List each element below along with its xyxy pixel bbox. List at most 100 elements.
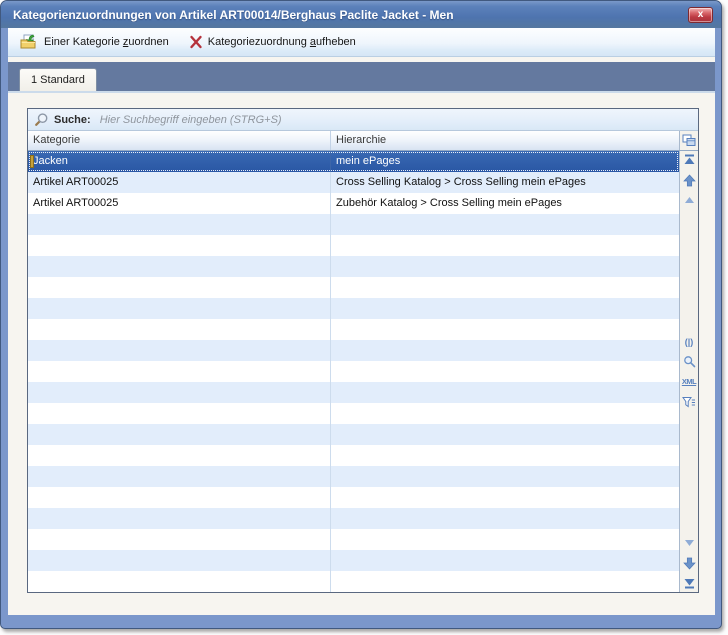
table-row[interactable] xyxy=(28,508,679,529)
assign-category-label: Einer Kategorie zuordnen xyxy=(44,36,169,48)
search-input[interactable] xyxy=(96,111,694,129)
kategorie-cell xyxy=(28,550,331,571)
column-header-kategorie[interactable]: Kategorie xyxy=(28,131,331,150)
table-row[interactable] xyxy=(28,550,679,571)
kategorie-cell xyxy=(28,235,331,256)
scroll-to-bottom-button[interactable] xyxy=(682,576,697,590)
close-button[interactable]: x xyxy=(688,7,713,23)
rail-top-group xyxy=(682,153,697,207)
hierarchie-cell: Zubehör Katalog > Cross Selling mein ePa… xyxy=(331,193,679,214)
column-header-hierarchie[interactable]: Hierarchie xyxy=(331,131,679,150)
kategorie-cell xyxy=(28,382,331,403)
titlebar[interactable]: Kategorienzuordnungen von Artikel ART000… xyxy=(1,1,721,28)
table-body: Jacken mein ePages Artikel ART00025 Cros… xyxy=(28,151,679,592)
kategorie-cell xyxy=(28,277,331,298)
page-up-icon xyxy=(684,196,695,204)
scroll-to-top-button[interactable] xyxy=(682,153,697,167)
assign-category-button[interactable]: Einer Kategorie zuordnen xyxy=(17,32,172,52)
table-row[interactable] xyxy=(28,235,679,256)
zoom-tool-button[interactable] xyxy=(682,355,697,369)
filter-icon xyxy=(682,396,696,408)
table-row[interactable]: Jacken mein ePages xyxy=(28,151,679,172)
table-row[interactable] xyxy=(28,466,679,487)
table-row[interactable] xyxy=(28,571,679,592)
table-row[interactable] xyxy=(28,340,679,361)
hierarchie-cell xyxy=(331,277,679,298)
hierarchie-cell-text: Cross Selling Katalog > Cross Selling me… xyxy=(336,176,586,188)
column-chooser-button[interactable] xyxy=(679,131,698,150)
table-row[interactable] xyxy=(28,403,679,424)
hierarchie-cell-text: mein ePages xyxy=(336,155,400,167)
column-chooser-icon xyxy=(682,134,696,147)
table-row[interactable]: Artikel ART00025 Cross Selling Katalog >… xyxy=(28,172,679,193)
table-row[interactable] xyxy=(28,361,679,382)
scroll-up-button[interactable] xyxy=(682,173,697,187)
tab-standard[interactable]: 1 Standard xyxy=(19,68,97,91)
parentheses-tool-button[interactable]: (|) xyxy=(682,335,697,349)
hierarchie-cell xyxy=(331,382,679,403)
table-row[interactable] xyxy=(28,529,679,550)
table-row[interactable] xyxy=(28,298,679,319)
hierarchie-cell xyxy=(331,550,679,571)
scroll-down-icon xyxy=(683,557,696,570)
scroll-to-bottom-icon xyxy=(683,577,696,589)
window-title: Kategorienzuordnungen von Artikel ART000… xyxy=(13,8,688,22)
hierarchie-cell xyxy=(331,361,679,382)
table-row[interactable]: Artikel ART00025 Zubehör Katalog > Cross… xyxy=(28,193,679,214)
cell-cursor xyxy=(30,155,34,168)
rail-bottom-group xyxy=(682,536,697,590)
table-row[interactable] xyxy=(28,382,679,403)
dialog-window: Kategorienzuordnungen von Artikel ART000… xyxy=(0,0,722,629)
hierarchie-cell xyxy=(331,487,679,508)
kategorie-cell xyxy=(28,319,331,340)
hierarchie-cell xyxy=(331,298,679,319)
search-bar: Suche: xyxy=(28,109,698,131)
table-row[interactable] xyxy=(28,424,679,445)
category-grid: Suche: Kategorie Hierarchie xyxy=(27,108,699,593)
kategorie-cell xyxy=(28,508,331,529)
magnifier-icon xyxy=(683,355,696,368)
client-area: Einer Kategorie zuordnen Kategoriezuordn… xyxy=(8,28,715,615)
hierarchie-cell xyxy=(331,508,679,529)
table-row[interactable] xyxy=(28,445,679,466)
scroll-rail: (|) XML xyxy=(679,151,698,592)
kategorie-cell xyxy=(28,403,331,424)
table-row[interactable] xyxy=(28,487,679,508)
hierarchie-cell xyxy=(331,424,679,445)
hierarchie-cell xyxy=(331,235,679,256)
hierarchie-cell: mein ePages xyxy=(331,151,679,172)
table-row[interactable] xyxy=(28,256,679,277)
page-up-button[interactable] xyxy=(682,193,697,207)
hierarchie-cell xyxy=(331,256,679,277)
page-down-button[interactable] xyxy=(682,536,697,550)
kategorie-cell xyxy=(28,340,331,361)
table-header: Kategorie Hierarchie xyxy=(28,131,698,151)
scroll-down-button[interactable] xyxy=(682,556,697,570)
kategorie-cell-text: Jacken xyxy=(33,155,68,167)
screen: Kategorienzuordnungen von Artikel ART000… xyxy=(0,0,728,635)
kategorie-cell xyxy=(28,466,331,487)
remove-assignment-button[interactable]: Kategoriezuordnung aufheben xyxy=(186,33,359,51)
assign-category-folder-icon xyxy=(20,34,39,50)
parentheses-icon: (|) xyxy=(685,337,694,347)
kategorie-cell xyxy=(28,445,331,466)
kategorie-cell-text: Artikel ART00025 xyxy=(33,197,118,209)
page-down-icon xyxy=(684,539,695,547)
table-row[interactable] xyxy=(28,319,679,340)
red-x-icon xyxy=(189,35,203,49)
hierarchie-cell xyxy=(331,466,679,487)
hierarchie-cell xyxy=(331,319,679,340)
kategorie-cell xyxy=(28,529,331,550)
table-row[interactable] xyxy=(28,277,679,298)
kategorie-cell: Jacken xyxy=(28,151,331,172)
rail-middle-group: (|) XML xyxy=(682,335,697,409)
xml-tool-button[interactable]: XML xyxy=(682,375,697,389)
tab-strip: 1 Standard xyxy=(8,62,715,93)
table-row[interactable] xyxy=(28,214,679,235)
xml-icon: XML xyxy=(682,377,696,386)
toolbar: Einer Kategorie zuordnen Kategoriezuordn… xyxy=(8,28,715,57)
hierarchie-cell xyxy=(331,571,679,592)
filter-tool-button[interactable] xyxy=(682,395,697,409)
kategorie-cell xyxy=(28,571,331,592)
remove-assignment-label: Kategoriezuordnung aufheben xyxy=(208,36,356,48)
